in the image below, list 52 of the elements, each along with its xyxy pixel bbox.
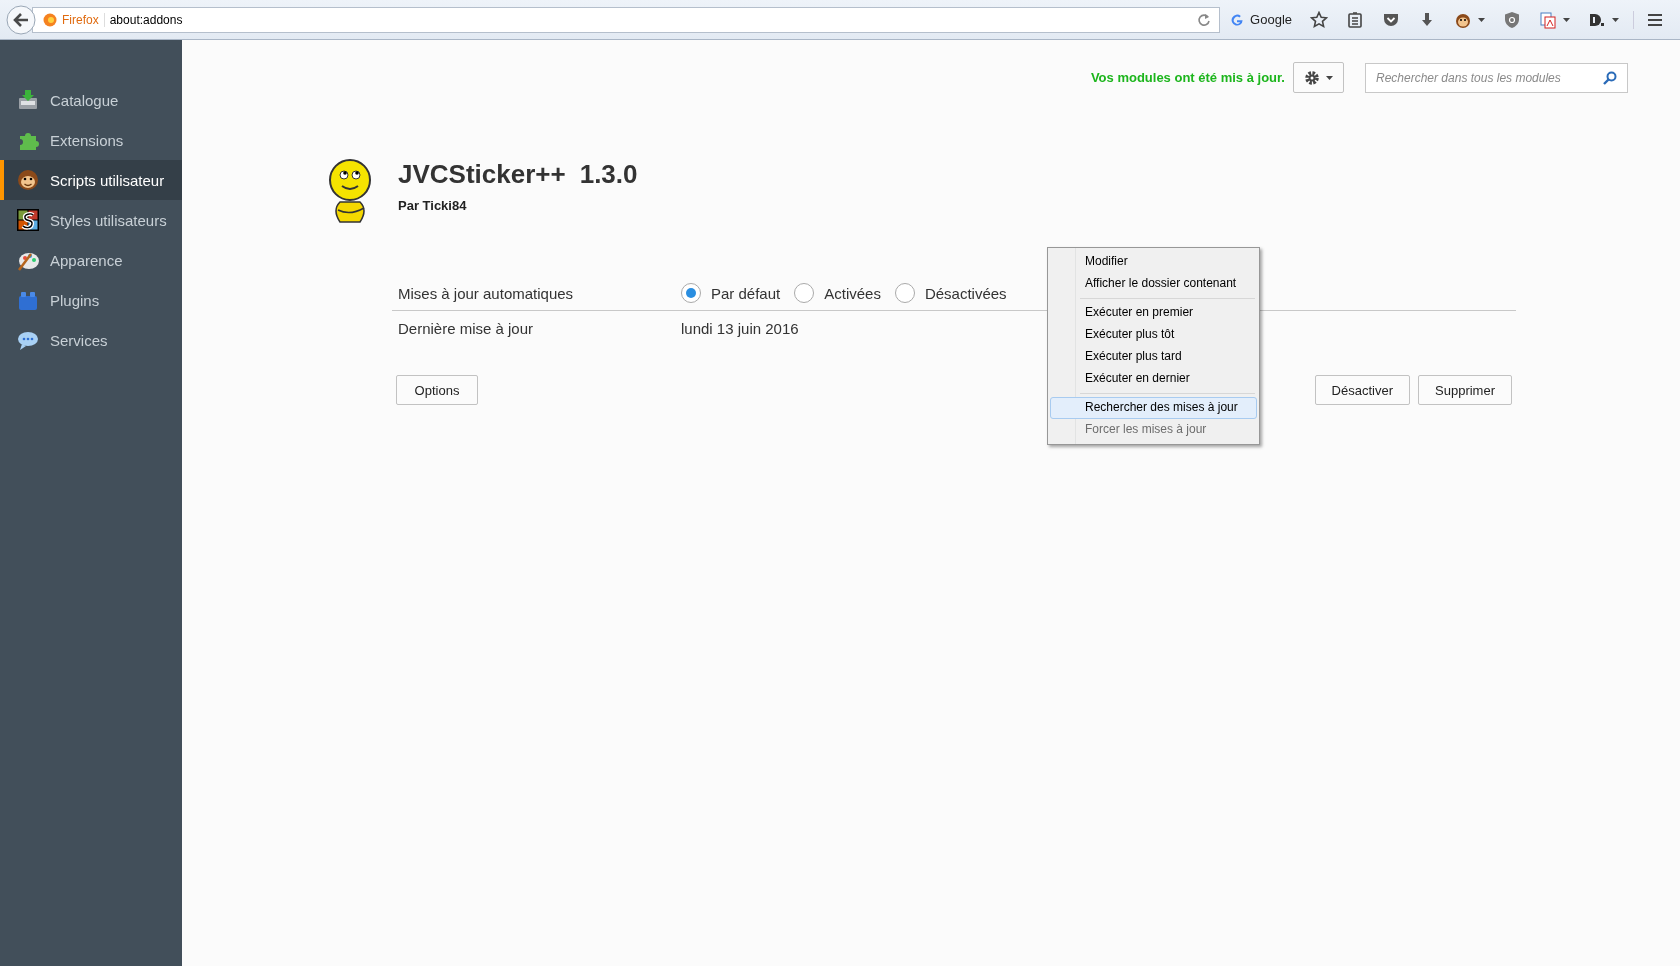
sidebar-item[interactable]: Plugins	[0, 280, 182, 320]
sidebar-item[interactable]: Apparence	[0, 240, 182, 280]
search-engine-field[interactable]: Google	[1222, 7, 1300, 32]
sidebar-item[interactable]: Styles utilisateurs	[0, 200, 182, 240]
addon-version: 1.3.0	[579, 159, 638, 190]
sidebar-item[interactable]: Extensions	[0, 120, 182, 160]
dropdown-caret-icon[interactable]	[1612, 17, 1619, 22]
letter-tile-icon	[16, 208, 40, 232]
monkey-icon	[16, 168, 40, 192]
detail-label: Mises à jour automatiques	[397, 284, 575, 302]
menu-item[interactable]: Afficher le dossier contenant	[1050, 273, 1257, 295]
star-icon[interactable]	[1310, 10, 1328, 29]
menu-item[interactable]: Exécuter en premier	[1050, 302, 1257, 324]
gear-icon	[1304, 69, 1320, 86]
radio-option[interactable]: Activées	[794, 283, 881, 303]
detail-value: lundi 13 juin 2016	[681, 319, 799, 337]
radio-option[interactable]: Par défaut	[681, 283, 781, 303]
dropdown-caret-icon[interactable]	[1478, 17, 1485, 22]
sidebar-item[interactable]: Catalogue	[0, 80, 182, 120]
update-notice: Vos modules ont été mis à jour.	[1090, 70, 1285, 85]
detail-label: Dernière mise à jour	[397, 319, 535, 337]
sidebar-item[interactable]: Services	[0, 320, 182, 360]
address-bar[interactable]: Firefox about:addons	[32, 6, 1221, 33]
search-icon	[1603, 70, 1617, 85]
action-button[interactable]: Supprimer	[1418, 375, 1512, 405]
firefox-icon	[43, 12, 57, 27]
radio-option[interactable]: Désactivées	[894, 283, 1007, 303]
radio-circle[interactable]	[794, 283, 815, 303]
search-field[interactable]: Rechercher dans tous les modules	[1365, 62, 1628, 93]
google-icon	[1230, 12, 1245, 27]
clipboard-icon[interactable]	[1346, 10, 1364, 29]
dropdown-caret-icon	[1326, 75, 1333, 80]
menu-item[interactable]: Modifier	[1050, 251, 1257, 273]
shield-icon[interactable]	[1503, 10, 1521, 29]
menu-item[interactable]: Exécuter en dernier	[1050, 368, 1257, 390]
menu-item[interactable]: Exécuter plus tard	[1050, 346, 1257, 368]
addon-author: Par Ticki84	[398, 198, 468, 213]
dropdown-caret-icon[interactable]	[1563, 17, 1570, 22]
sidebar-item[interactable]: Scripts utilisateur	[0, 160, 182, 200]
download-tray-icon	[16, 88, 40, 112]
tools-button[interactable]	[1293, 62, 1344, 93]
menu-item[interactable]: Rechercher des mises à jour	[1050, 397, 1257, 419]
pdf-icon[interactable]	[1539, 10, 1557, 29]
back-button[interactable]	[6, 4, 36, 35]
reload-icon[interactable]	[1197, 12, 1212, 27]
menu-item[interactable]: Exécuter plus tôt	[1050, 324, 1257, 346]
radio-circle[interactable]	[894, 283, 915, 303]
radio-circle[interactable]	[681, 283, 701, 303]
addon-name: JVCSticker++	[398, 159, 566, 190]
action-button[interactable]: Options	[396, 375, 478, 405]
url-text: about:addons	[109, 12, 183, 27]
action-button[interactable]: Désactiver	[1314, 375, 1411, 405]
